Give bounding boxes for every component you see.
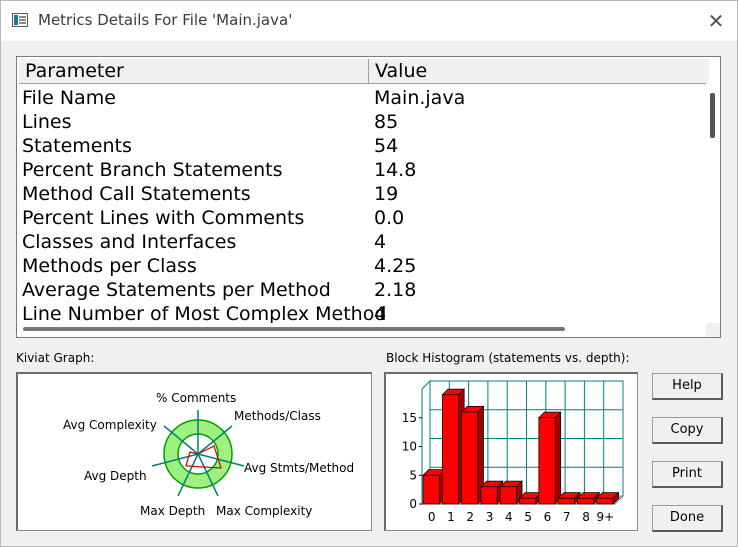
value-cell: 4 (374, 231, 387, 253)
histogram-bar-side (554, 411, 562, 505)
histogram-bar (461, 411, 479, 505)
done-button[interactable]: Done (652, 505, 723, 532)
app-icon (12, 13, 28, 27)
histogram-bar (557, 497, 575, 505)
histogram-y-tick: 15 (402, 411, 417, 425)
table-row[interactable]: Method Call Statements 19 (22, 182, 710, 206)
histogram-bar (480, 486, 498, 505)
copy-button[interactable]: Copy (652, 417, 723, 444)
column-header-parameter[interactable]: Parameter (19, 59, 369, 83)
kiviat-axis-label: Max Complexity (216, 504, 312, 518)
parameter-cell: Percent Branch Statements (22, 159, 283, 181)
histogram-x-tick: 3 (486, 510, 494, 524)
table-header: Parameter Value (19, 59, 709, 84)
kiviat-axis-label: Avg Stmts/Method (244, 461, 354, 475)
table-row[interactable]: Lines 85 (22, 110, 710, 134)
table-row[interactable]: Percent Lines with Comments 0.0 (22, 206, 710, 230)
histogram-bar (422, 474, 440, 505)
column-header-value[interactable]: Value (369, 59, 709, 83)
histogram-y-tick: 0 (409, 497, 417, 511)
kiviat-label: Kiviat Graph: (16, 351, 95, 365)
window-title: Metrics Details For File 'Main.java' (38, 11, 293, 29)
histogram-bar (596, 497, 614, 505)
kiviat-axis-label: % Comments (156, 391, 236, 405)
kiviat-axis-label: Max Depth (140, 504, 205, 518)
table-row[interactable]: Percent Branch Statements 14.8 (22, 158, 710, 182)
kiviat-axis-label: Avg Depth (84, 469, 147, 483)
histogram-x-tick: 1 (447, 510, 455, 524)
metrics-table: Parameter Value File Name Main.java Lines… (16, 56, 721, 338)
block-histogram: 0 5 10 15 0 1 2 3 4 5 6 7 8 9+ (384, 372, 638, 531)
histogram-y-tick: 5 (409, 468, 417, 482)
help-button[interactable]: Help (652, 373, 723, 400)
histogram-x-tick: 7 (563, 510, 571, 524)
kiviat-axis-label: Avg Complexity (63, 418, 157, 432)
table-body: File Name Main.java Lines 85 Statements 54 … (22, 86, 710, 326)
histogram-y-tick: 10 (402, 440, 417, 454)
value-cell: 14.8 (374, 159, 417, 181)
value-cell: 54 (374, 135, 399, 157)
table-row[interactable]: Average Statements per Method 2.18 (22, 278, 710, 302)
horizontal-scrollbar[interactable] (19, 323, 709, 335)
value-cell: 0.0 (374, 207, 405, 229)
histogram-bar (441, 394, 459, 505)
histogram-bar (538, 417, 556, 505)
print-button[interactable]: Print (652, 461, 723, 488)
histogram-x-tick: 2 (466, 510, 474, 524)
table-row[interactable]: Methods per Class 4.25 (22, 254, 710, 278)
histogram-bar (499, 486, 517, 505)
value-cell: 19 (374, 183, 399, 205)
vertical-scrollbar[interactable] (706, 83, 720, 323)
horizontal-scroll-thumb[interactable] (23, 327, 565, 331)
kiviat-graph: % Comments Methods/Class Avg Stmts/Metho… (16, 372, 372, 531)
table-row[interactable]: Classes and Interfaces 4 (22, 230, 710, 254)
metrics-dialog: Metrics Details For File 'Main.java' ✕ P… (0, 0, 738, 547)
histogram-x-tick: 5 (524, 510, 532, 524)
title-bar: Metrics Details For File 'Main.java' ✕ (1, 1, 737, 41)
parameter-cell: Percent Lines with Comments (22, 207, 305, 229)
scrollbar-corner (706, 323, 720, 337)
kiviat-axis-label: Methods/Class (234, 409, 321, 423)
parameter-cell: Lines (22, 111, 72, 133)
histogram-svg: 0510150 1 2 3 4 5 6 7 8 9+ (402, 379, 625, 524)
kiviat-svg: % Comments Methods/Class Avg Stmts/Metho… (63, 391, 354, 518)
parameter-cell: Classes and Interfaces (22, 231, 237, 253)
histogram-x-tick: 0 (428, 510, 436, 524)
parameter-cell: File Name (22, 87, 116, 109)
parameter-cell: Method Call Statements (22, 183, 251, 205)
histogram-x-tick: 8 (582, 510, 590, 524)
vertical-scroll-thumb[interactable] (710, 93, 715, 138)
histogram-x-tick: 4 (505, 510, 513, 524)
value-cell: 4.25 (374, 255, 417, 277)
value-cell: 85 (374, 111, 399, 133)
close-icon[interactable]: ✕ (701, 9, 731, 33)
table-row[interactable]: File Name Main.java (22, 86, 710, 110)
histogram-x-tick: 6 (544, 510, 552, 524)
parameter-cell: Average Statements per Method (22, 279, 331, 301)
histogram-bar (577, 497, 595, 505)
value-cell: 2.18 (374, 279, 417, 301)
histogram-bar (519, 497, 537, 505)
histogram-label: Block Histogram (statements vs. depth): (386, 351, 630, 365)
value-cell: Main.java (374, 87, 466, 109)
table-row[interactable]: Statements 54 (22, 134, 710, 158)
parameter-cell: Statements (22, 135, 132, 157)
histogram-x-tick: 9+ (596, 510, 614, 524)
parameter-cell: Methods per Class (22, 255, 197, 277)
